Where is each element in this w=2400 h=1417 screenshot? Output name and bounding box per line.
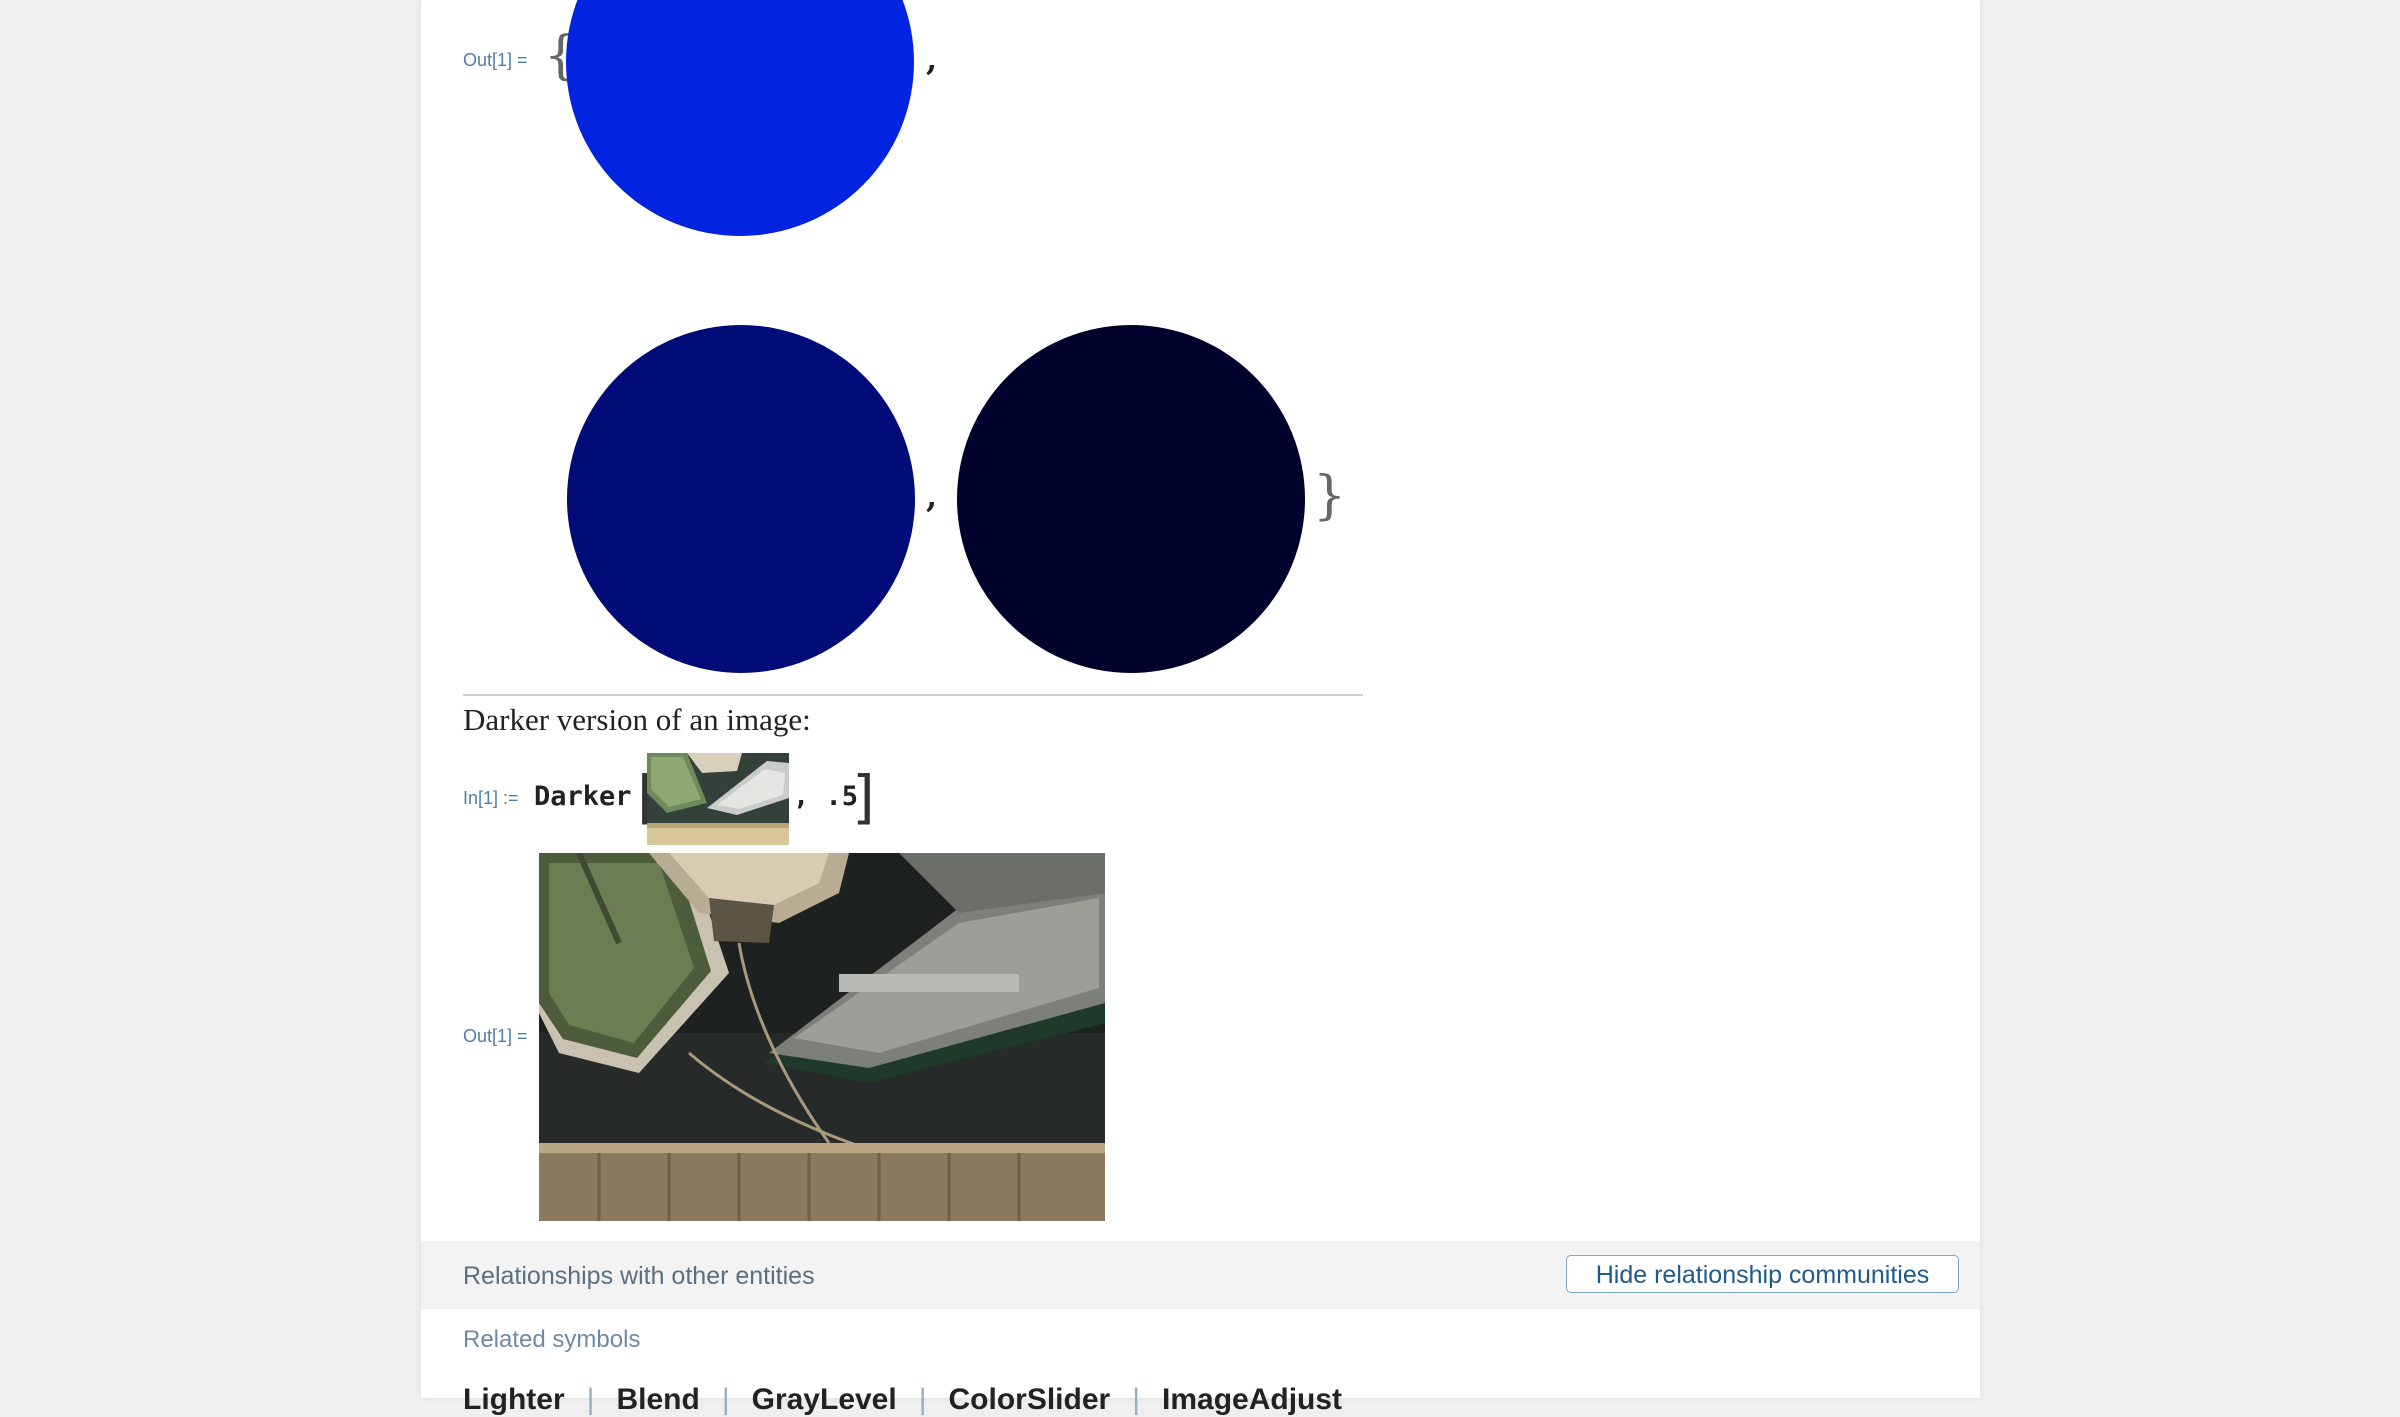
close-brace: } [1313, 466, 1347, 526]
documentation-card: Out[1] = { , , } Darker version of an im… [421, 0, 1980, 1416]
in-label: In[1] := [463, 788, 519, 808]
out-label: Out[1] = [463, 1026, 528, 1046]
symbol-separator: | [918, 1383, 927, 1416]
symbol-separator: | [721, 1383, 730, 1416]
function-name: Darker [534, 781, 632, 812]
symbol-separator: | [586, 1383, 595, 1416]
very-dark-blue-disk [957, 325, 1305, 673]
close-bracket: ] [848, 763, 883, 831]
list-separator: , [926, 40, 938, 78]
relationships-header: Relationships with other entities Hide r… [421, 1241, 1980, 1309]
dark-blue-disk [567, 325, 915, 673]
related-symbol-link[interactable]: Blend [616, 1383, 699, 1416]
list-separator: , [926, 477, 938, 515]
darker-output-image [539, 853, 1105, 1221]
example-caption: Darker version of an image: [463, 702, 811, 737]
related-symbols-list: Lighter | Blend | GrayLevel | ColorSlider | Imag… [463, 1383, 1342, 1417]
boats-thumbnail-image [647, 753, 789, 845]
related-symbol-link[interactable]: Lighter [463, 1383, 565, 1416]
example-divider [463, 694, 1363, 696]
hide-relationship-communities-button[interactable]: Hide relationship communities [1566, 1255, 1959, 1293]
relationships-title: Relationships with other entities [463, 1262, 815, 1290]
related-symbol-link[interactable]: ImageAdjust [1162, 1383, 1342, 1416]
input-image-thumbnail [647, 753, 789, 845]
boats-darker-image [539, 853, 1105, 1221]
related-symbol-link[interactable]: GrayLevel [752, 1383, 897, 1416]
bright-blue-disk [566, 0, 914, 236]
related-symbols-label: Related symbols [463, 1326, 641, 1353]
symbol-separator: | [1132, 1383, 1140, 1416]
related-symbol-link[interactable]: ColorSlider [949, 1383, 1111, 1416]
out-label: Out[1] = [463, 50, 528, 70]
